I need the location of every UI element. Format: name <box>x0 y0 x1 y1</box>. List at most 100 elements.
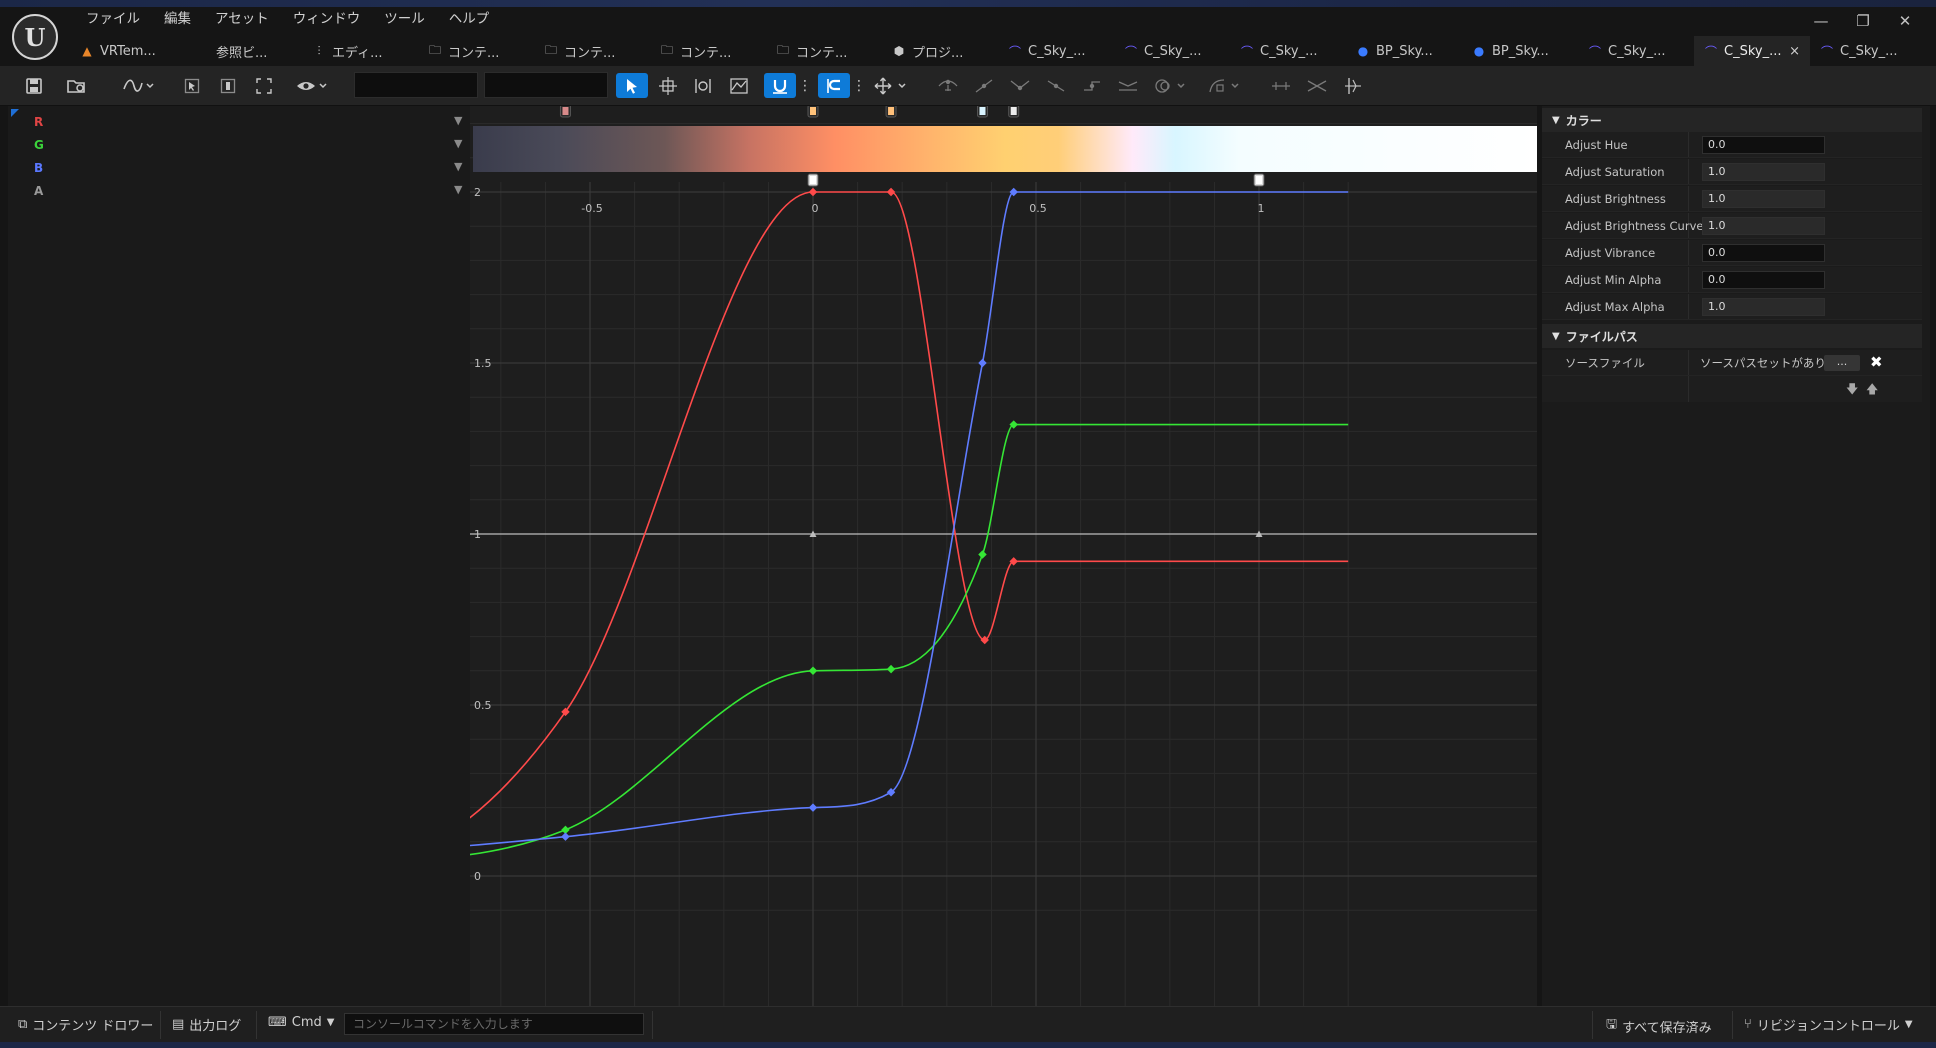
property-slider-field[interactable]: 1.0 <box>1702 163 1825 181</box>
move-down-icon[interactable]: 🡇 <box>1846 380 1858 401</box>
pin-b-icon[interactable]: ▼ <box>454 160 462 173</box>
key-value-field[interactable] <box>484 72 608 98</box>
menu-asset[interactable]: アセット <box>203 9 281 29</box>
document-tab[interactable]: ▲ VRTem... <box>70 36 186 66</box>
document-tab[interactable]: ⫶ エディ... <box>302 36 418 66</box>
transform-tool-icon[interactable] <box>655 73 681 98</box>
curve-b[interactable] <box>470 191 1349 850</box>
menu-file[interactable]: ファイル <box>74 9 152 29</box>
revision-control-button[interactable]: ⑂ リビジョンコントロール ▼ <box>1744 1015 1913 1034</box>
curve-key-b[interactable] <box>561 832 570 841</box>
document-tab[interactable]: ⌒ C_Sky_... <box>998 36 1114 66</box>
time-options-kebab-icon[interactable]: ⋮ <box>852 73 866 98</box>
curve-view-mode-icon[interactable] <box>120 73 158 98</box>
tangent-linear-icon[interactable] <box>1044 73 1068 98</box>
channel-g-label[interactable]: G <box>34 138 44 152</box>
content-drawer-button[interactable]: ⧉ コンテンツ ドロワー <box>18 1015 153 1034</box>
close-window-button[interactable]: ✕ <box>1884 12 1926 30</box>
collapse-color-icon[interactable]: ▼ <box>1552 115 1560 126</box>
curve-key-r[interactable] <box>886 187 896 197</box>
straighten-tangents-icon[interactable] <box>1268 73 1294 98</box>
document-tab[interactable]: 参照ビ... <box>186 36 302 66</box>
property-slider-field[interactable]: 1.0 <box>1702 298 1825 316</box>
curve-graph-canvas[interactable]: -1-0.500.5121.510.50 <box>470 106 1537 1006</box>
document-tab[interactable]: ⌒ C_Sky_... <box>1578 36 1694 66</box>
frame-selection-icon[interactable] <box>180 73 204 98</box>
unreal-logo-icon[interactable]: U <box>12 14 58 60</box>
document-tab[interactable]: ● BP_Sky... <box>1462 36 1578 66</box>
curve-key-b[interactable] <box>978 358 987 368</box>
color-section-header[interactable]: ▼ カラー <box>1542 108 1922 132</box>
console-command-input[interactable]: コンソールコマンドを入力します <box>344 1013 644 1035</box>
document-tab[interactable]: 🗀 コンテ... <box>418 36 534 66</box>
frame-all-icon[interactable] <box>216 73 240 98</box>
curve-key-r[interactable] <box>808 187 818 197</box>
property-row: Adjust Vibrance 0.0 <box>1542 240 1922 266</box>
curve-filter-icon[interactable] <box>1152 73 1190 98</box>
tangent-user-icon[interactable] <box>972 73 996 98</box>
menu-edit[interactable]: 編集 <box>152 9 203 29</box>
channel-r-label[interactable]: R <box>34 115 43 129</box>
property-number-field[interactable]: 0.0 <box>1702 244 1825 262</box>
select-tool-button[interactable] <box>616 73 648 98</box>
tangent-constant-icon[interactable] <box>1080 73 1104 98</box>
restore-button[interactable]: ❐ <box>1842 12 1884 30</box>
menu-help[interactable]: ヘルプ <box>437 9 502 29</box>
pin-r-icon[interactable]: ▼ <box>454 114 462 127</box>
snap-options-kebab-icon[interactable]: ⋮ <box>798 73 812 98</box>
browse-source-button[interactable]: ... <box>1824 355 1860 371</box>
curve-key-g[interactable] <box>886 664 896 674</box>
document-tab[interactable]: 🗀 コンテ... <box>534 36 650 66</box>
clear-source-icon[interactable]: ✖ <box>1870 353 1883 371</box>
key-filter-icon[interactable] <box>1340 73 1366 98</box>
pin-g-icon[interactable]: ▼ <box>454 137 462 150</box>
save-all-button[interactable]: 🖫 すべて保存済み <box>1606 1015 1712 1037</box>
output-log-button[interactable]: ▤ 出力ログ <box>172 1015 241 1034</box>
multi-scale-tool-icon[interactable] <box>726 73 752 98</box>
save-icon[interactable] <box>22 73 46 98</box>
document-tab[interactable]: 🗀 コンテ... <box>650 36 766 66</box>
property-slider-field[interactable]: 1.0 <box>1702 217 1825 235</box>
document-tab[interactable]: ⌒ C_Sky_... <box>1114 36 1230 66</box>
document-tab[interactable]: ⌒ C_Sky_... × <box>1694 36 1810 66</box>
curve-key-g[interactable] <box>808 666 818 676</box>
smart-snap-icon[interactable] <box>1304 73 1330 98</box>
curve-key-g[interactable] <box>978 550 987 559</box>
curve-options-icon[interactable] <box>1206 73 1244 98</box>
cmd-dropdown[interactable]: ⌨ Cmd ▼ <box>268 1015 334 1030</box>
menu-tools[interactable]: ツール <box>372 9 437 29</box>
color-gradient-preview[interactable] <box>473 126 1537 172</box>
document-tab[interactable]: ⬢ プロジ... <box>882 36 998 66</box>
property-slider-field[interactable]: 1.0 <box>1702 190 1825 208</box>
browse-asset-icon[interactable] <box>64 73 90 98</box>
y-tick-label: 1.5 <box>474 357 492 370</box>
visibility-eye-icon[interactable] <box>294 73 332 98</box>
menu-window[interactable]: ウィンドウ <box>281 9 373 29</box>
document-tab[interactable]: ⌒ C_Sky_... <box>1230 36 1346 66</box>
tangent-auto-icon[interactable] <box>936 73 960 98</box>
document-tab[interactable]: ⌒ C_Sky_... <box>1810 36 1926 66</box>
curve-r[interactable] <box>470 191 1349 859</box>
close-tab-icon[interactable]: × <box>1789 44 1800 59</box>
time-value-field[interactable] <box>354 72 478 98</box>
snap-time-button[interactable] <box>818 73 850 98</box>
snap-value-button[interactable] <box>764 73 796 98</box>
minimize-button[interactable]: — <box>1800 12 1842 30</box>
channel-a-label[interactable]: A <box>34 184 43 198</box>
axis-lock-move-icon[interactable] <box>872 73 914 98</box>
move-up-icon[interactable]: 🡅 <box>1866 380 1878 401</box>
channel-b-label[interactable]: B <box>34 161 43 175</box>
fit-view-icon[interactable] <box>252 73 276 98</box>
tangent-break-icon[interactable] <box>1008 73 1032 98</box>
document-tab[interactable]: 🗀 コンテ... <box>766 36 882 66</box>
collapse-filepath-icon[interactable]: ▼ <box>1552 331 1560 342</box>
pin-a-icon[interactable]: ▼ <box>454 183 462 196</box>
retime-tool-icon[interactable] <box>690 73 716 98</box>
flatten-tangents-icon[interactable] <box>1116 73 1140 98</box>
property-number-field[interactable]: 0.0 <box>1702 136 1825 154</box>
property-number-field[interactable]: 0.0 <box>1702 271 1825 289</box>
curve-key-b[interactable] <box>808 803 818 812</box>
document-tab[interactable]: ● BP_Sky... <box>1346 36 1462 66</box>
curve-graph-panel[interactable]: -1-0.500.5121.510.50 <box>470 106 1537 1006</box>
filepath-section-header[interactable]: ▼ ファイルパス <box>1542 324 1922 348</box>
